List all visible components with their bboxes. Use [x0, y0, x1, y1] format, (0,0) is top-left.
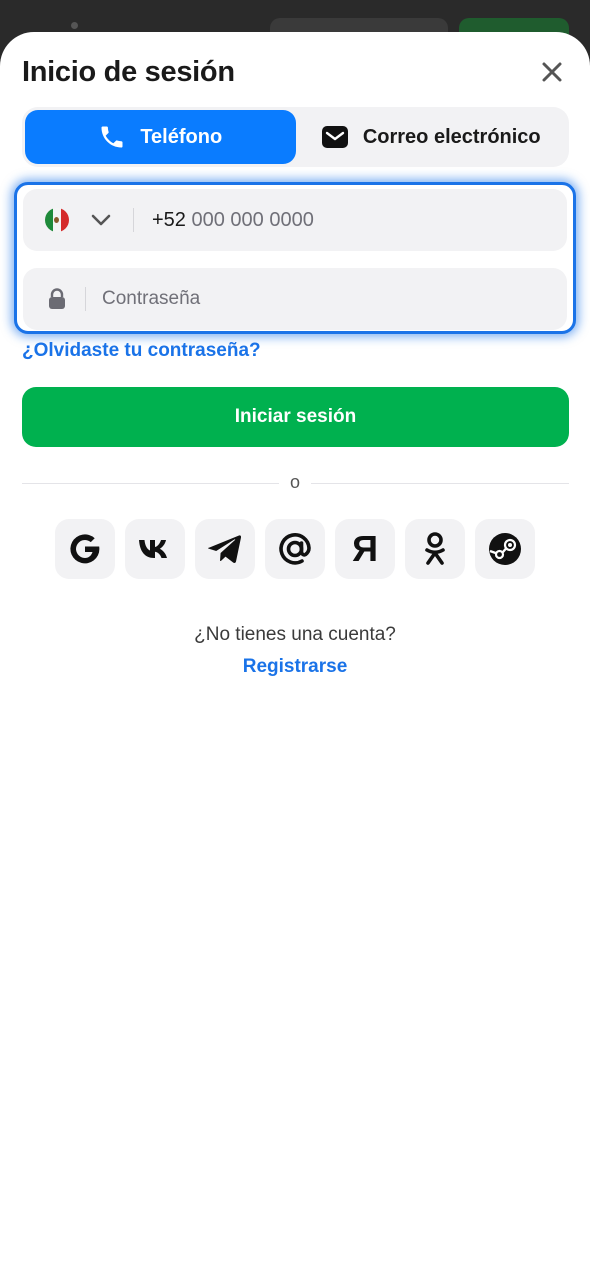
mailru-login-button[interactable] [265, 519, 325, 579]
login-button[interactable]: Iniciar sesión [22, 387, 569, 447]
chevron-down-icon [91, 214, 111, 226]
lock-icon-wrap [45, 287, 69, 311]
country-code: +52 [152, 208, 186, 231]
google-icon [70, 534, 100, 564]
divider-left [22, 483, 279, 484]
credentials-form: +52 000 000 0000 [14, 182, 576, 334]
yandex-icon: Я [352, 528, 378, 569]
tab-phone-label: Teléfono [140, 125, 223, 148]
steam-login-button[interactable] [475, 519, 535, 579]
login-sheet: Inicio de sesión Teléfono Correo electró… [0, 32, 590, 1280]
password-field[interactable] [23, 268, 567, 330]
close-icon [542, 62, 562, 82]
no-account-text: ¿No tienes una cuenta? [194, 624, 396, 645]
phone-placeholder: 000 000 0000 [191, 208, 314, 231]
close-button[interactable] [536, 56, 568, 88]
google-login-button[interactable] [55, 519, 115, 579]
tab-email-label: Correo electrónico [362, 125, 541, 148]
mexico-flag-icon[interactable] [45, 208, 69, 232]
field-separator [85, 287, 86, 311]
odnoklassniki-login-button[interactable] [405, 519, 465, 579]
steam-icon [489, 533, 521, 565]
telegram-login-button[interactable] [195, 519, 255, 579]
register-link[interactable]: Registrarse [0, 656, 590, 678]
background-dot [71, 22, 78, 29]
odnoklassniki-icon [425, 532, 445, 565]
lock-icon [49, 288, 65, 309]
field-separator [133, 208, 134, 232]
tab-email[interactable]: Correo electrónico [296, 110, 567, 164]
mail-icon [321, 126, 348, 148]
or-separator: o [289, 472, 300, 492]
login-method-tabs: Teléfono Correo electrónico [22, 107, 569, 167]
yandex-login-button[interactable]: Я [335, 519, 395, 579]
password-input[interactable] [102, 288, 502, 310]
vk-icon [139, 540, 167, 558]
country-dropdown[interactable] [89, 208, 113, 232]
mail-ru-icon [279, 533, 311, 565]
page-title: Inicio de sesión [22, 56, 235, 88]
divider-right [311, 483, 569, 484]
social-login-list: Я [55, 519, 535, 579]
tab-phone[interactable]: Teléfono [25, 110, 296, 164]
phone-input[interactable]: +52 000 000 0000 [152, 209, 314, 232]
phone-field[interactable]: +52 000 000 0000 [23, 189, 567, 251]
vk-login-button[interactable] [125, 519, 185, 579]
telegram-icon [208, 535, 242, 564]
phone-icon [101, 126, 123, 148]
forgot-password-link[interactable]: ¿Olvidaste tu contraseña? [22, 340, 261, 362]
